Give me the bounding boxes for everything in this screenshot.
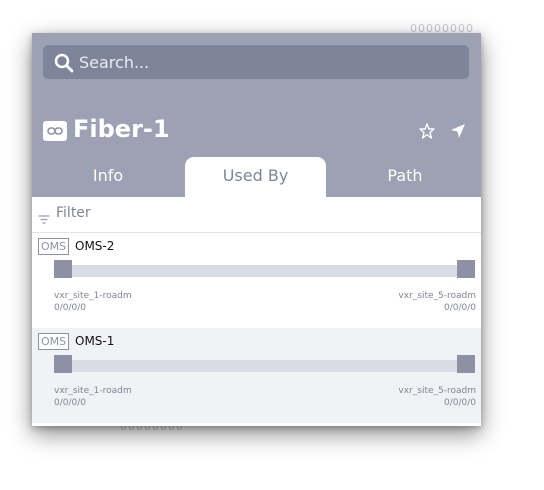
left-port: 0/0/0/0 bbox=[54, 303, 87, 313]
filter-row[interactable]: Filter bbox=[32, 197, 481, 233]
tab-info[interactable]: Info bbox=[32, 157, 184, 197]
path-track bbox=[56, 265, 466, 277]
details-panel: Fiber-1 Info Used By Path Filter OMS OMS… bbox=[32, 33, 481, 426]
path-track bbox=[56, 360, 466, 372]
left-site: vxr_site_1-roadm bbox=[54, 386, 132, 396]
page-title: Fiber-1 bbox=[73, 115, 170, 143]
filter-icon bbox=[38, 210, 50, 229]
left-node[interactable] bbox=[54, 260, 72, 278]
navigate-icon[interactable] bbox=[449, 122, 467, 140]
filter-label: Filter bbox=[56, 205, 91, 221]
item-name: OMS-1 bbox=[75, 334, 115, 348]
type-badge: OMS bbox=[38, 333, 70, 350]
right-site: vxr_site_5-roadm bbox=[398, 291, 476, 301]
tab-used-by[interactable]: Used By bbox=[185, 157, 326, 197]
search-icon bbox=[53, 52, 75, 74]
left-node[interactable] bbox=[54, 355, 72, 373]
left-endpoint: vxr_site_1-roadm 0/0/0/0 bbox=[54, 290, 132, 314]
list-item[interactable]: OMS OMS-2 vxr_site_1-roadm 0/0/0/0 vxr_s… bbox=[32, 233, 481, 328]
search-input[interactable] bbox=[79, 52, 449, 72]
search-box[interactable] bbox=[43, 45, 469, 79]
right-endpoint: vxr_site_5-roadm 0/0/0/0 bbox=[398, 290, 476, 314]
right-node[interactable] bbox=[457, 260, 475, 278]
panel-header: Fiber-1 Info Used By Path bbox=[32, 33, 481, 197]
item-name: OMS-2 bbox=[75, 239, 115, 253]
list-item[interactable]: OMS OMS-1 vxr_site_1-roadm 0/0/0/0 vxr_s… bbox=[32, 328, 481, 423]
left-endpoint: vxr_site_1-roadm 0/0/0/0 bbox=[54, 385, 132, 409]
tab-path[interactable]: Path bbox=[330, 157, 480, 197]
star-icon[interactable] bbox=[418, 122, 436, 140]
left-site: vxr_site_1-roadm bbox=[54, 291, 132, 301]
right-port: 0/0/0/0 bbox=[443, 398, 476, 408]
right-port: 0/0/0/0 bbox=[443, 303, 476, 313]
right-endpoint: vxr_site_5-roadm 0/0/0/0 bbox=[398, 385, 476, 409]
type-badge: OMS bbox=[38, 238, 70, 255]
link-icon bbox=[43, 121, 67, 141]
right-node[interactable] bbox=[457, 355, 475, 373]
right-site: vxr_site_5-roadm bbox=[398, 386, 476, 396]
left-port: 0/0/0/0 bbox=[54, 398, 87, 408]
